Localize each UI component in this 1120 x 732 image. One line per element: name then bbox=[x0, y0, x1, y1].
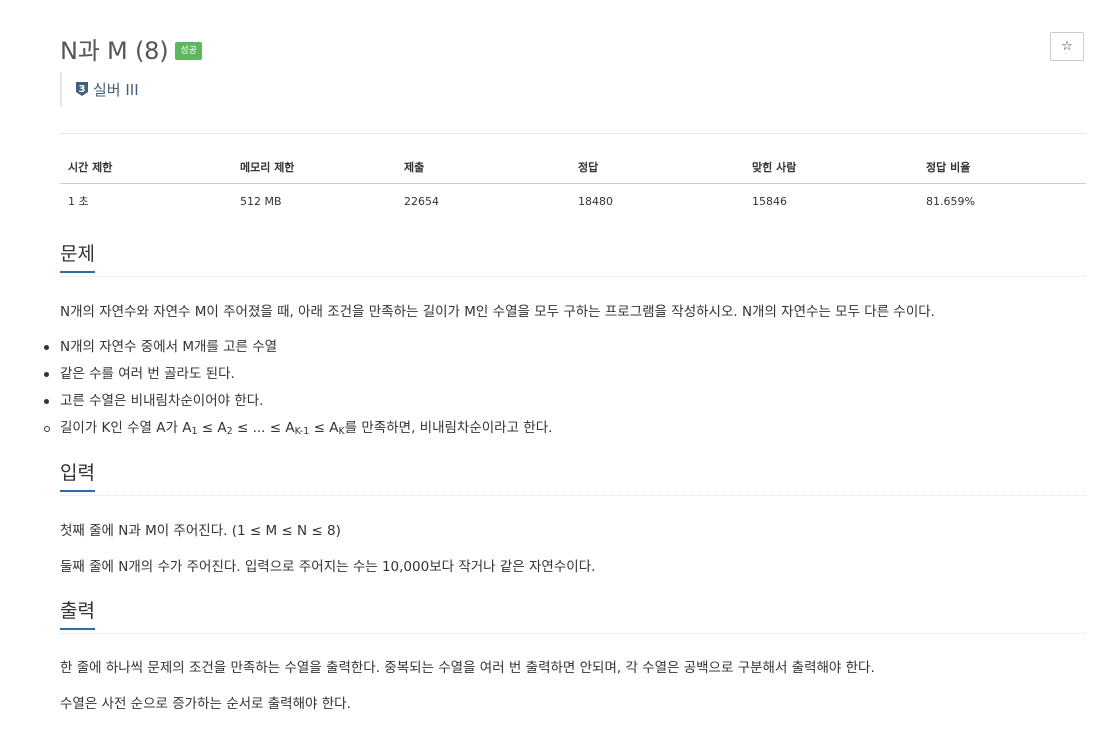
header-accept-ratio: 정답 비율 bbox=[918, 150, 1086, 184]
section-heading-output: 출력 bbox=[60, 599, 1086, 634]
problem-info-table: 시간 제한 메모리 제한 제출 정답 맞힌 사람 정답 비율 1 초 512 M… bbox=[60, 150, 1086, 218]
problem-title: N과 M (8) bbox=[60, 37, 169, 65]
status-badge: 성공 bbox=[175, 41, 202, 60]
value-solved-users[interactable]: 15846 bbox=[744, 184, 918, 219]
header-accepted: 정답 bbox=[570, 150, 744, 184]
section-heading-input: 입력 bbox=[60, 461, 1086, 496]
condition-item: 같은 수를 여러 번 골라도 된다. bbox=[43, 364, 552, 391]
header-memory-limit: 메모리 제한 bbox=[232, 150, 396, 184]
description-text: N개의 자연수와 자연수 M이 주어졌을 때, 아래 조건을 만족하는 길이가 … bbox=[60, 304, 935, 320]
output-heading: 출력 bbox=[60, 599, 95, 630]
output-line: 한 줄에 하나씩 문제의 조건을 만족하는 수열을 출력한다. 중복되는 수열을… bbox=[60, 660, 875, 676]
silver-tier-shield-icon: 3 bbox=[76, 82, 88, 96]
description-heading: 문제 bbox=[60, 242, 95, 273]
condition-item: N개의 자연수 중에서 M개를 고른 수열 bbox=[43, 337, 552, 364]
star-icon: ☆ bbox=[1061, 39, 1073, 54]
tier-number: 3 bbox=[79, 84, 86, 95]
divider bbox=[60, 133, 1086, 134]
output-line: 수열은 사전 순으로 증가하는 순서로 출력해야 한다. bbox=[60, 696, 351, 712]
value-accepted[interactable]: 18480 bbox=[570, 184, 744, 219]
favorite-star-button[interactable]: ☆ bbox=[1050, 32, 1084, 61]
tier-label: 실버 III bbox=[93, 80, 139, 99]
input-heading: 입력 bbox=[60, 461, 95, 492]
value-submissions[interactable]: 22654 bbox=[396, 184, 570, 219]
value-accept-ratio: 81.659% bbox=[926, 194, 975, 208]
info-table-header-row: 시간 제한 메모리 제한 제출 정답 맞힌 사람 정답 비율 bbox=[60, 150, 1086, 184]
section-heading-description: 문제 bbox=[60, 242, 1086, 277]
input-line: 둘째 줄에 N개의 수가 주어진다. 입력으로 주어지는 수는 10,000보다… bbox=[60, 559, 596, 575]
header-solved-users: 맞힌 사람 bbox=[744, 150, 918, 184]
condition-list: N개의 자연수 중에서 M개를 고른 수열 같은 수를 여러 번 골라도 된다.… bbox=[43, 337, 552, 445]
value-memory-limit: 512 MB bbox=[240, 194, 282, 208]
value-time-limit: 1 초 bbox=[68, 195, 89, 208]
info-table-value-row: 1 초 512 MB 22654 18480 15846 81.659% bbox=[60, 184, 1086, 219]
header-time-limit: 시간 제한 bbox=[60, 150, 232, 184]
input-line: 첫째 줄에 N과 M이 주어진다. (1 ≤ M ≤ N ≤ 8) bbox=[60, 523, 341, 539]
subcondition-item: 길이가 K인 수열 A가 A1 ≤ A2 ≤ ... ≤ AK-1 ≤ AK를 … bbox=[43, 418, 552, 445]
problem-title-row: N과 M (8) 성공 bbox=[60, 31, 202, 66]
problem-tier[interactable]: 3 실버 III bbox=[60, 72, 139, 106]
condition-item: 고른 수열은 비내림차순이어야 한다. bbox=[43, 391, 552, 418]
header-submissions: 제출 bbox=[396, 150, 570, 184]
